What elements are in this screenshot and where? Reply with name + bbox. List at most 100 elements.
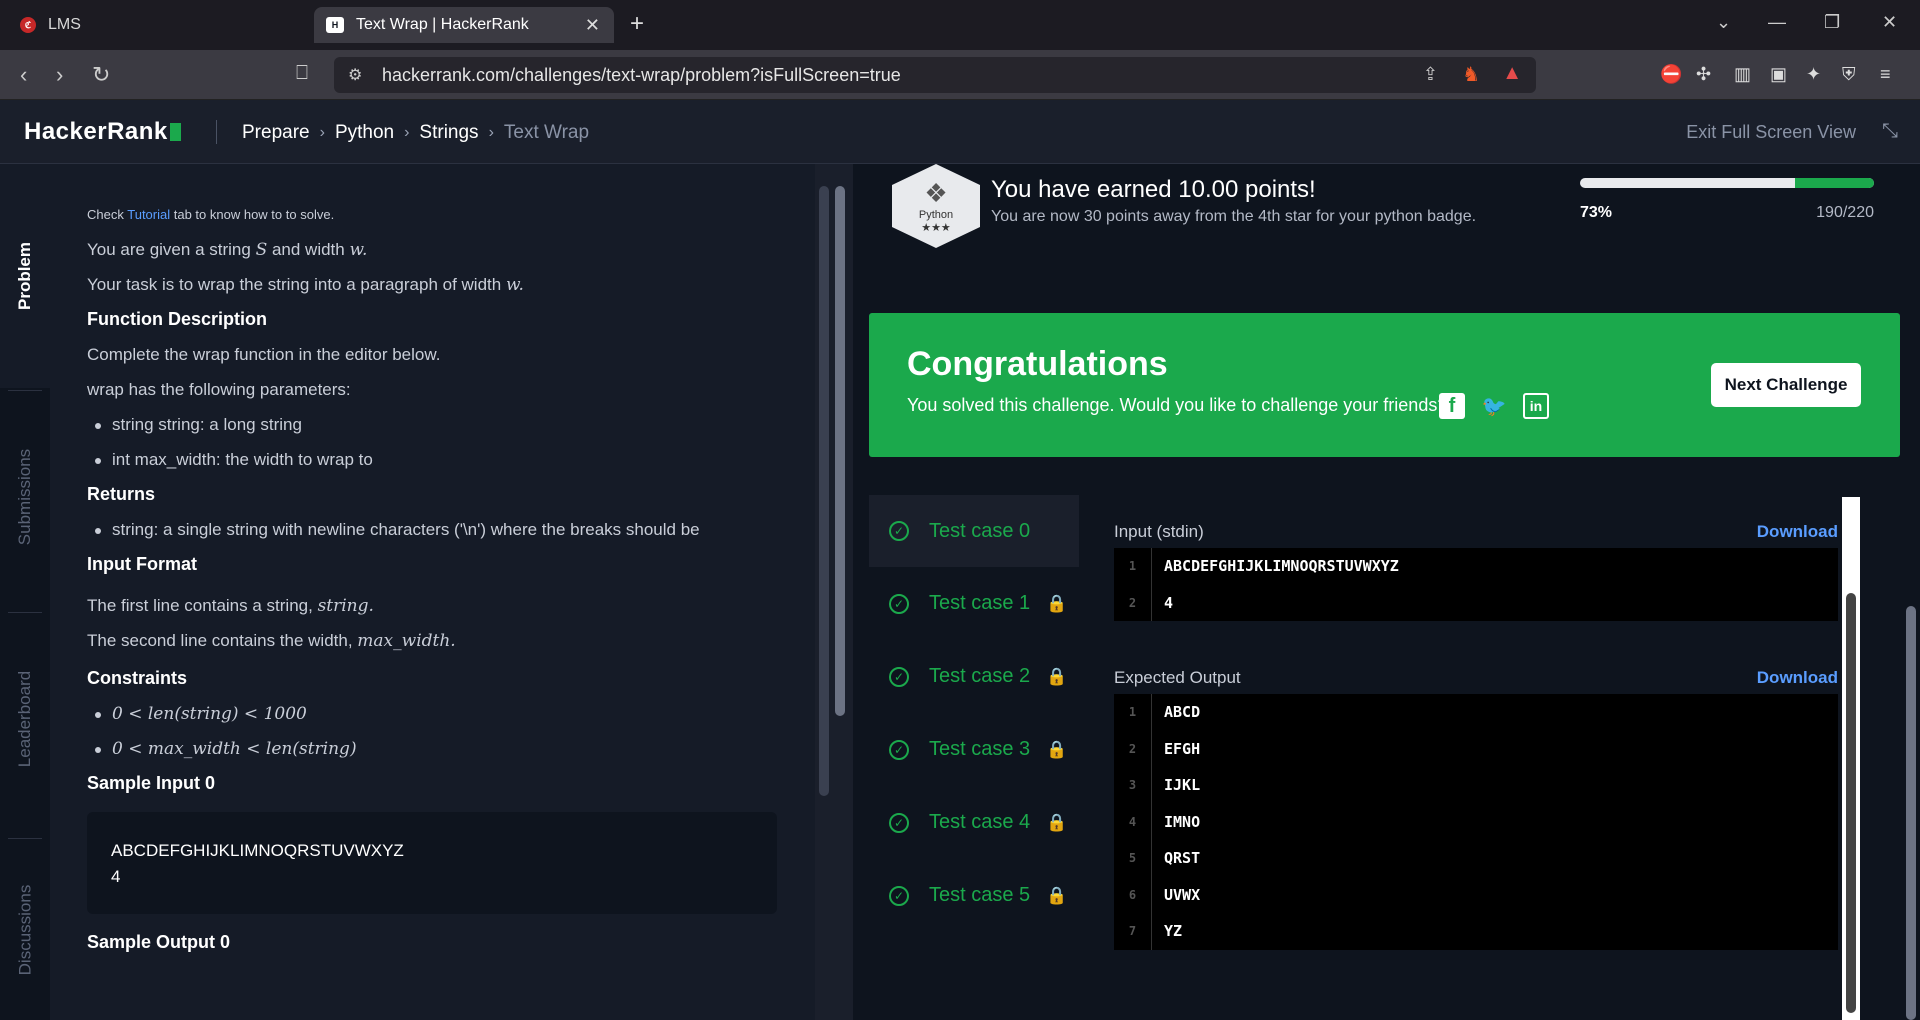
points-earned-title: You have earned 10.00 points!	[991, 176, 1316, 203]
reload-icon[interactable]: ↻	[92, 62, 110, 88]
code-line: 6 UVWX	[1114, 876, 1838, 913]
badge-stars: ★★★	[921, 222, 951, 234]
tab-submissions[interactable]: Submissions	[0, 392, 50, 602]
bookmark-icon[interactable]: ⎕	[296, 62, 308, 85]
code-line: 24	[1114, 584, 1838, 621]
test-case-4[interactable]: ✓ Test case 4 🔒	[869, 786, 1079, 859]
tutorial-hint: Check Tutorial tab to know how to to sol…	[87, 207, 335, 222]
sample-line: 4	[111, 867, 121, 886]
download-output-link[interactable]: Download	[1757, 668, 1838, 688]
close-icon[interactable]: ✕	[585, 15, 600, 36]
list-item: 0 < max_width < len(string)	[87, 738, 778, 760]
python-badge: ❖ Python ★★★	[892, 164, 980, 248]
sample-input-heading: Sample Input 0	[87, 773, 216, 793]
brave-shields-icon[interactable]: ♞	[1462, 62, 1480, 87]
chevron-down-icon[interactable]: ⌄	[1716, 12, 1731, 33]
resize-handle[interactable]	[853, 164, 867, 1020]
tab-title: LMS	[48, 16, 81, 33]
tab-title: Text Wrap | HackerRank	[356, 16, 529, 33]
chevron-right-icon: ›	[488, 124, 494, 141]
minimize-icon[interactable]: —	[1768, 12, 1786, 33]
list-item: 0 < len(string) < 1000	[87, 703, 778, 725]
test-case-3[interactable]: ✓ Test case 3 🔒	[869, 713, 1079, 786]
test-case-2[interactable]: ✓ Test case 2 🔒	[869, 640, 1079, 713]
facebook-icon[interactable]: f	[1439, 393, 1465, 419]
returns-list: string: a single string with newline cha…	[87, 519, 778, 541]
function-description-text: Complete the wrap function in the editor…	[87, 345, 441, 364]
tab-leaderboard[interactable]: Leaderboard	[0, 614, 50, 824]
collapse-icon[interactable]: ⤡	[1882, 120, 1898, 143]
check-icon: ✓	[889, 593, 909, 614]
tutorial-link[interactable]: Tutorial	[127, 207, 170, 222]
header-divider	[216, 120, 217, 144]
new-tab-icon[interactable]: +	[630, 10, 644, 38]
test-case-detail: Input (stdin) Download 1 ABCDEFGHIJKLIMNO…	[1114, 495, 1838, 950]
result-panel: ❖ Python ★★★ You have earned 10.00 point…	[867, 164, 1902, 1020]
scrollbar-thumb[interactable]	[1846, 593, 1856, 1013]
brave-rewards-icon[interactable]: ▲	[1502, 62, 1522, 85]
exit-fullscreen-link[interactable]: Exit Full Screen View	[1686, 122, 1856, 143]
code-line: 2 EFGH	[1114, 730, 1838, 767]
browser-toolbar: ‹ › ↻ ⎕ ⚙ hackerrank.com/challenges/text…	[0, 50, 1920, 100]
page-scrollbar[interactable]	[1902, 164, 1920, 1020]
forward-icon[interactable]: ›	[56, 62, 63, 88]
input-label: Input (stdin)	[1114, 522, 1204, 541]
output-label-row: Expected Output Download	[1114, 641, 1838, 687]
test-case-1[interactable]: ✓ Test case 1 🔒	[869, 567, 1079, 640]
back-icon[interactable]: ‹	[20, 62, 27, 88]
test-case-0[interactable]: ✓ Test case 0	[869, 495, 1079, 567]
vpn-icon[interactable]: ⛨	[1842, 64, 1856, 85]
leo-icon[interactable]: ✦	[1806, 64, 1821, 85]
extension-icon[interactable]: ⛔	[1660, 64, 1682, 85]
code-line: 1 ABCD	[1114, 694, 1838, 731]
site-info-icon[interactable]: ⚙	[348, 65, 362, 85]
input-code-block: 1 ABCDEFGHIJKLIMNOQRSTUVWXYZ 24	[1114, 548, 1838, 621]
constraints-heading: Constraints	[87, 668, 188, 688]
test-case-5[interactable]: ✓ Test case 5 🔒	[869, 859, 1079, 932]
tab-problem[interactable]: Problem	[0, 164, 50, 388]
function-description-heading: Function Description	[87, 309, 267, 329]
scrollbar-thumb[interactable]	[835, 186, 845, 716]
tab-lms[interactable]: ℭ LMS	[10, 7, 310, 43]
extensions-icon[interactable]: ✣	[1696, 64, 1711, 85]
breadcrumb-python[interactable]: Python	[335, 122, 394, 144]
tab-discussions[interactable]: Discussions	[0, 840, 50, 1020]
scrollbar-thumb[interactable]	[1906, 606, 1916, 1020]
detail-scrollbar[interactable]	[1842, 497, 1860, 1020]
congrats-title: Congratulations	[907, 345, 1168, 383]
wallet-icon[interactable]: ▣	[1770, 64, 1787, 85]
sample-input-box: ABCDEFGHIJKLIMNOQRSTUVWXYZ 4	[87, 812, 777, 914]
check-icon: ✓	[889, 739, 909, 760]
problem-scrollbar[interactable]	[815, 164, 853, 1020]
progress-bar	[1580, 178, 1874, 188]
check-icon: ✓	[889, 666, 909, 687]
progress-percent: 73%	[1580, 204, 1613, 221]
restore-icon[interactable]: ❐	[1824, 12, 1840, 33]
sidebar-icon[interactable]: ▥	[1734, 64, 1751, 85]
window-close-icon[interactable]: ✕	[1882, 12, 1897, 33]
address-bar[interactable]: ⚙ hackerrank.com/challenges/text-wrap/pr…	[334, 57, 1536, 93]
breadcrumb-current: Text Wrap	[503, 122, 590, 143]
breadcrumb-prepare[interactable]: Prepare	[242, 122, 310, 144]
intro-1: You are given a string S and width w.	[87, 240, 368, 260]
tab-text-wrap[interactable]: H Text Wrap | HackerRank ✕	[314, 7, 614, 43]
constraints-list: 0 < len(string) < 1000 0 < max_width < l…	[87, 703, 778, 760]
code-line: 1 ABCDEFGHIJKLIMNOQRSTUVWXYZ	[1114, 548, 1838, 585]
menu-icon[interactable]: ≡	[1880, 64, 1891, 85]
returns-heading: Returns	[87, 484, 156, 504]
problem-statement: Check Tutorial tab to know how to to sol…	[50, 164, 815, 1020]
nav-divider	[8, 612, 42, 613]
twitter-icon[interactable]: 🐦	[1481, 393, 1507, 419]
lock-icon: 🔒	[1046, 812, 1068, 832]
lock-icon: 🔒	[1046, 593, 1068, 613]
code-line: 3 IJKL	[1114, 767, 1838, 804]
breadcrumb-strings[interactable]: Strings	[419, 122, 478, 144]
next-challenge-button[interactable]: Next Challenge	[1710, 362, 1862, 408]
congrats-subtitle: You solved this challenge. Would you lik…	[907, 395, 1448, 415]
download-input-link[interactable]: Download	[1757, 522, 1838, 542]
vertical-tab-nav: Problem Submissions Leaderboard Discussi…	[0, 164, 50, 1020]
params-list: string string: a long string int max_wid…	[87, 414, 778, 471]
hackerrank-logo[interactable]: HackerRank	[24, 118, 181, 146]
share-icon[interactable]: ⇪	[1423, 64, 1438, 85]
linkedin-icon[interactable]: in	[1523, 393, 1549, 419]
